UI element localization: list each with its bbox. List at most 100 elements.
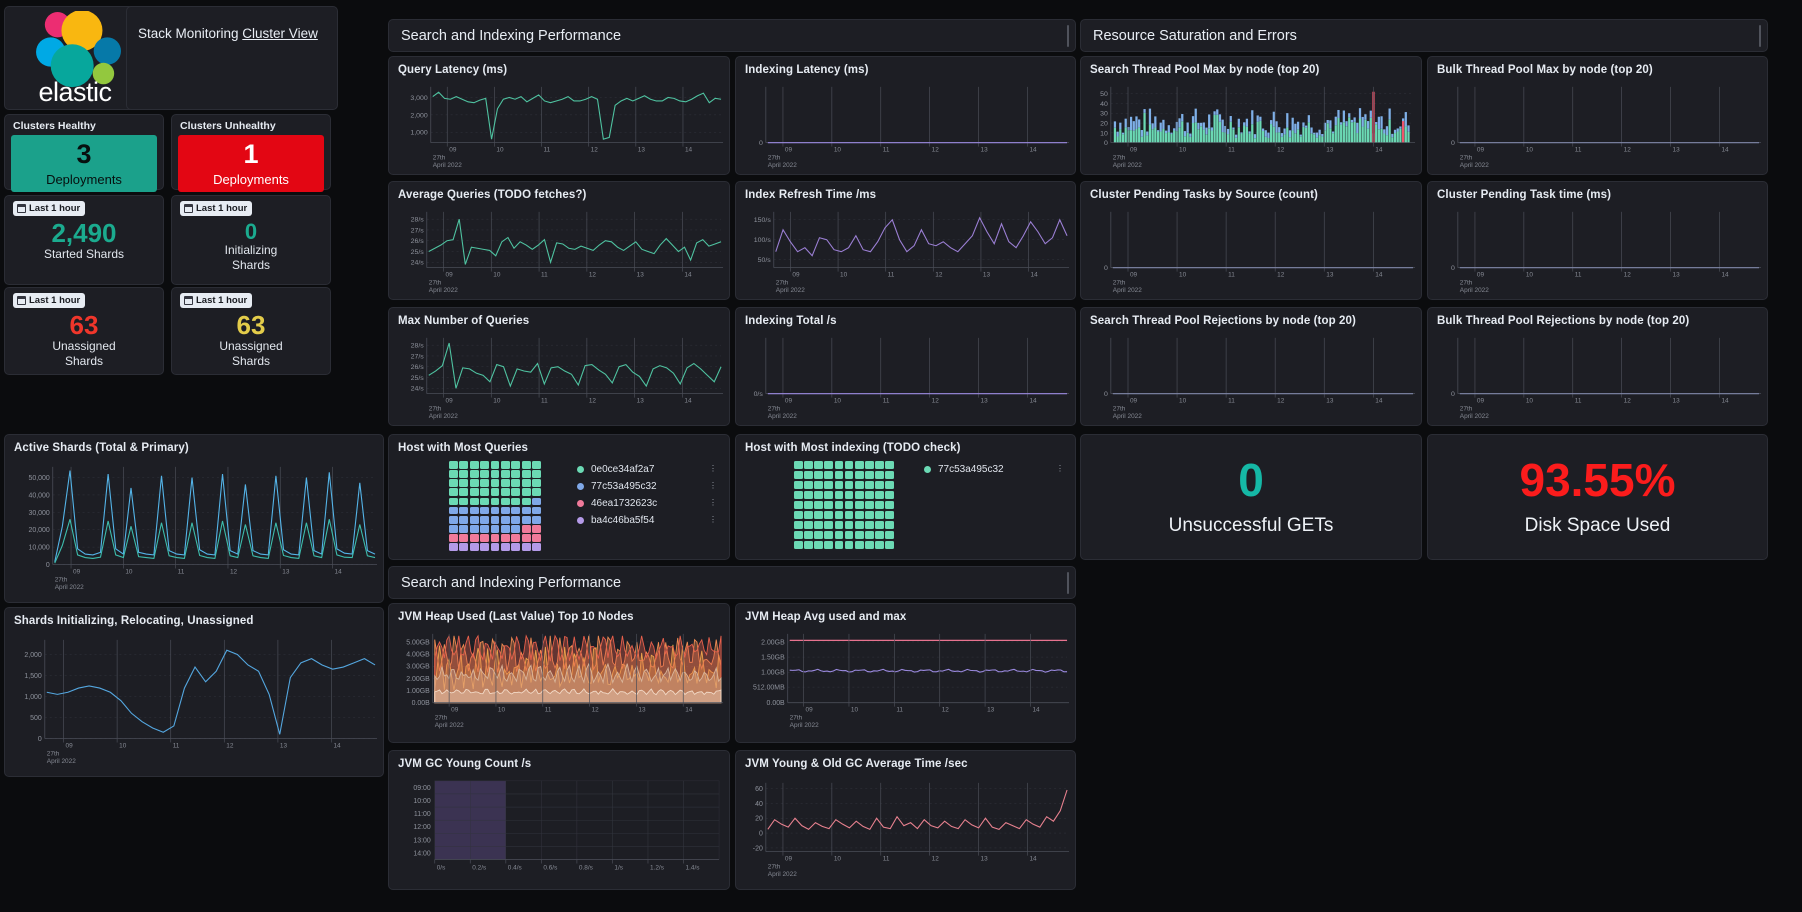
- kebab-menu-icon[interactable]: ⋮: [695, 483, 717, 489]
- time-range-badge[interactable]: Last 1 hour: [13, 201, 85, 216]
- waffle-cell: [491, 534, 500, 542]
- svg-text:11: 11: [888, 272, 895, 279]
- bulk-thread-pool-max-title: Bulk Thread Pool Max by node (top 20): [1428, 57, 1767, 78]
- waffle-cell: [865, 521, 874, 529]
- waffle-cell: [459, 543, 468, 551]
- section-resource-saturation-errors: Resource Saturation and Errors: [1080, 19, 1768, 52]
- legend-item[interactable]: 0e0ce34af2a7⋮: [577, 461, 717, 478]
- waffle-cell: [449, 534, 458, 542]
- svg-text:100/s: 100/s: [754, 237, 772, 244]
- svg-text:13: 13: [1673, 147, 1681, 154]
- time-range-badge[interactable]: Last 1 hour: [180, 201, 252, 216]
- legend-item[interactable]: 77c53a495c32⋮: [577, 478, 717, 495]
- svg-text:20,000: 20,000: [29, 527, 50, 534]
- svg-text:0: 0: [38, 736, 42, 743]
- legend-item[interactable]: 77c53a495c32⋮: [924, 461, 1064, 478]
- jvm-gc-young-count-title: JVM GC Young Count /s: [389, 751, 729, 772]
- svg-text:14: 14: [1721, 398, 1729, 405]
- waffle-cell: [845, 521, 854, 529]
- kebab-menu-icon[interactable]: ⋮: [695, 500, 717, 506]
- kebab-menu-icon[interactable]: ⋮: [695, 466, 717, 472]
- svg-text:60: 60: [755, 786, 763, 793]
- svg-text:50,000: 50,000: [29, 475, 50, 482]
- waffle-cell: [794, 491, 803, 499]
- svg-text:10: 10: [1526, 398, 1534, 405]
- svg-text:10: 10: [834, 398, 842, 405]
- svg-text:14:00: 14:00: [413, 850, 431, 857]
- legend-item[interactable]: ba4c46ba5f54⋮: [577, 512, 717, 529]
- waffle-cell: [865, 471, 874, 479]
- time-range-badge[interactable]: Last 1 hour: [13, 293, 85, 308]
- waffle-cell: [804, 531, 813, 539]
- legend-item[interactable]: 46ea1732623c ⋮: [577, 495, 717, 512]
- waffle-cell: [449, 516, 458, 524]
- svg-text:09: 09: [451, 707, 459, 714]
- cluster-view-link[interactable]: Cluster View: [242, 26, 318, 41]
- svg-text:12: 12: [226, 742, 234, 749]
- legend-color-dot: [577, 500, 584, 507]
- waffle-cell: [470, 461, 479, 469]
- svg-text:10: 10: [1179, 272, 1187, 279]
- kebab-menu-icon[interactable]: ⋮: [695, 517, 717, 523]
- svg-text:1.00GB: 1.00GB: [761, 670, 785, 677]
- svg-text:09: 09: [66, 742, 74, 749]
- waffle-cell: [470, 543, 479, 551]
- index-refresh-time-chart: 50/s100/s150/s09101112131427thApril 2022: [736, 204, 1075, 299]
- svg-text:10: 10: [496, 147, 504, 154]
- started-shards-label: Started Shards: [5, 248, 163, 262]
- section-search-indexing-label-2: Search and Indexing Performance: [401, 575, 621, 591]
- svg-text:14: 14: [1032, 707, 1040, 714]
- svg-text:11: 11: [1228, 398, 1235, 405]
- waffle-cell: [835, 521, 844, 529]
- waffle-cell: [824, 501, 833, 509]
- waffle-cell: [885, 531, 894, 539]
- svg-text:1.2/s: 1.2/s: [650, 864, 664, 871]
- panel-grip[interactable]: [1759, 25, 1761, 47]
- svg-text:0.4/s: 0.4/s: [508, 864, 522, 871]
- svg-text:0: 0: [1451, 140, 1455, 147]
- waffle-cell: [885, 501, 894, 509]
- waffle-cell: [470, 516, 479, 524]
- waffle-cell: [522, 498, 531, 506]
- svg-text:14: 14: [1721, 272, 1729, 279]
- svg-text:April 2022: April 2022: [429, 413, 459, 420]
- index-refresh-time-panel: Index Refresh Time /ms 50/s100/s150/s091…: [735, 181, 1076, 300]
- waffle-cell: [824, 511, 833, 519]
- waffle-cell: [511, 507, 520, 515]
- waffle-cell: [885, 461, 894, 469]
- jvm-heap-used-chart: 0.00B1.00GB2.00GB3.00GB4.00GB5.00GB09101…: [389, 626, 729, 742]
- waffle-cell: [794, 521, 803, 529]
- waffle-cell: [814, 471, 823, 479]
- waffle-cell: [480, 488, 489, 496]
- panel-grip[interactable]: [1067, 25, 1069, 47]
- panel-grip[interactable]: [1067, 572, 1069, 594]
- section-resource-saturation-label: Resource Saturation and Errors: [1093, 28, 1297, 44]
- legend-label: 46ea1732623c: [591, 498, 657, 509]
- unassigned-shards-red-value: 63: [5, 312, 163, 339]
- svg-text:0: 0: [759, 831, 763, 838]
- waffle-cell: [449, 543, 458, 551]
- waffle-cell: [885, 471, 894, 479]
- initializing-shards-label-2: Shards: [172, 259, 330, 273]
- waffle-cell: [501, 470, 510, 478]
- waffle-cell: [511, 543, 520, 551]
- unassigned-shards-red-label-1: Unassigned: [5, 340, 163, 354]
- svg-text:12: 12: [1624, 398, 1632, 405]
- svg-text:500: 500: [30, 715, 42, 722]
- kebab-menu-icon[interactable]: ⋮: [1042, 466, 1064, 472]
- svg-text:24/s: 24/s: [411, 260, 425, 267]
- indexing-latency-panel: Indexing Latency (ms) 009101112131427thA…: [735, 56, 1076, 175]
- svg-text:April 2022: April 2022: [429, 287, 459, 294]
- waffle-cell: [511, 534, 520, 542]
- average-queries-panel: Average Queries (TODO fetches?) 24/s25/s…: [388, 181, 730, 300]
- waffle-cell: [470, 498, 479, 506]
- time-range-badge[interactable]: Last 1 hour: [180, 293, 252, 308]
- svg-text:27th: 27th: [790, 714, 803, 721]
- waffle-cell: [511, 470, 520, 478]
- waffle-cell: [501, 507, 510, 515]
- waffle-cell: [459, 507, 468, 515]
- waffle-cell: [480, 479, 489, 487]
- waffle-cell: [865, 541, 874, 549]
- svg-text:50/s: 50/s: [758, 257, 772, 264]
- started-shards-value: 2,490: [5, 220, 163, 247]
